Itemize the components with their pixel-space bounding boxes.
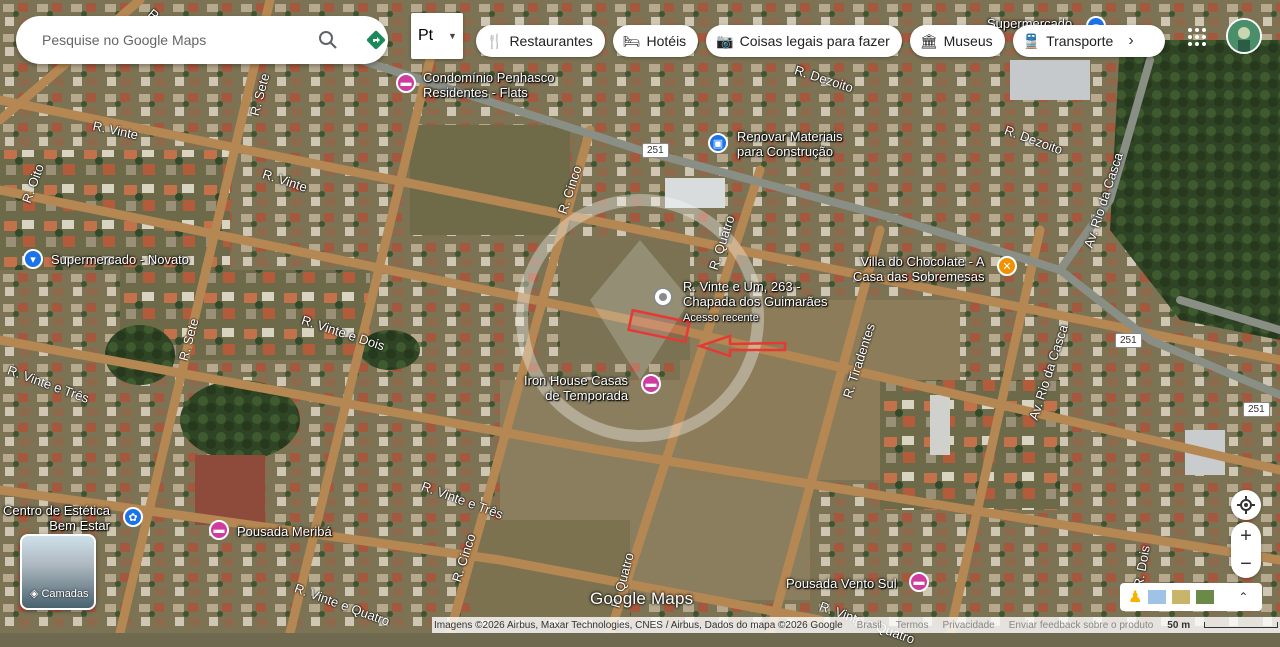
zoom-controls: + − bbox=[1231, 522, 1261, 578]
pousada-vento-label[interactable]: Pousada Vento Sul bbox=[786, 576, 897, 591]
chevron-down-icon: ▼ bbox=[448, 31, 457, 41]
category-chips: 🍴 Restaurantes 🛏 Hotéis 📷 Coisas legais par… bbox=[476, 25, 1165, 57]
search-box bbox=[16, 16, 388, 64]
selected-address-pin[interactable] bbox=[653, 287, 673, 307]
pegman-icon[interactable]: ♟ bbox=[1128, 587, 1142, 607]
cart-icon: ▾ bbox=[30, 253, 36, 266]
satellite-thumb-icon[interactable] bbox=[1196, 590, 1215, 604]
selected-address-sub: Acesso recente bbox=[683, 312, 759, 324]
directions-button[interactable] bbox=[364, 28, 388, 52]
terms-link[interactable]: Termos bbox=[896, 620, 929, 631]
imagery-credit: Imagens ©2026 Airbus, Maxar Technologies… bbox=[434, 619, 843, 631]
iron-house-label[interactable]: Iron House Casas de Temporada bbox=[524, 373, 628, 403]
hotel-bed-icon: ▬ bbox=[913, 576, 925, 588]
pousada-vento-pin[interactable]: ▬ bbox=[909, 572, 929, 592]
layers-button[interactable]: ◈ Camadas bbox=[20, 534, 96, 610]
chip-label: Hotéis bbox=[646, 33, 687, 49]
avatar[interactable] bbox=[1226, 18, 1262, 54]
bed-icon: 🛏 bbox=[622, 32, 641, 49]
chip-label: Coisas legais para fazer bbox=[739, 33, 890, 49]
iron-house-pin[interactable]: ▬ bbox=[641, 374, 661, 394]
hotel-bed-icon: ▬ bbox=[400, 77, 412, 89]
chevron-up-icon[interactable]: ⌃ bbox=[1238, 590, 1248, 604]
chip-museus[interactable]: 🏛 Museus bbox=[909, 25, 1005, 57]
chip-label: Transporte p bbox=[1046, 33, 1125, 49]
villa-chocolate-pin[interactable]: ✕ bbox=[997, 256, 1017, 276]
avatar-image bbox=[1228, 20, 1260, 52]
renovar-label[interactable]: Renovar Materiais para Construção bbox=[737, 129, 843, 159]
condominio-pin[interactable]: ▬ bbox=[396, 73, 416, 93]
privacy-link[interactable]: Privacidade bbox=[942, 620, 994, 631]
selected-address-label[interactable]: R. Vinte e Um, 263 - Chapada dos Guimarã… bbox=[683, 279, 828, 309]
renovar-pin[interactable]: ▣ bbox=[708, 133, 728, 153]
scale-label: 50 m bbox=[1167, 619, 1191, 631]
chip-hoteis[interactable]: 🛏 Hotéis bbox=[612, 25, 699, 57]
minus-icon: − bbox=[1240, 552, 1252, 575]
layers-label: Camadas bbox=[41, 587, 89, 600]
centro-estetica-label[interactable]: Centro de Estética Bem Estar bbox=[3, 503, 110, 533]
shopping-bag-icon: ▣ bbox=[712, 137, 724, 150]
chip-label: Museus bbox=[943, 33, 993, 49]
plus-icon: + bbox=[1240, 524, 1252, 547]
google-maps-logo: Google Maps bbox=[590, 589, 694, 608]
language-value: Pt bbox=[418, 27, 434, 44]
fork-knife-icon: 🍴 bbox=[486, 32, 504, 49]
hotel-bed-icon: ▬ bbox=[213, 524, 225, 536]
search-input[interactable] bbox=[40, 31, 294, 49]
my-location-button[interactable] bbox=[1231, 490, 1261, 520]
satellite-map[interactable] bbox=[0, 0, 1280, 633]
attribution-bar: Imagens ©2026 Airbus, Maxar Technologies… bbox=[432, 617, 1280, 633]
route-shield: 251 bbox=[1115, 333, 1142, 348]
route-shield: 251 bbox=[1243, 402, 1270, 417]
camera-icon: 📷 bbox=[716, 32, 734, 49]
apps-grid-icon[interactable] bbox=[1186, 26, 1208, 48]
villa-chocolate-label[interactable]: Villa do Chocolate - A Casa das Sobremes… bbox=[853, 254, 985, 284]
chip-coisas-legais[interactable]: 📷 Coisas legais para fazer bbox=[706, 25, 902, 57]
zoom-out-button[interactable]: − bbox=[1231, 550, 1261, 578]
search-button[interactable] bbox=[316, 28, 340, 52]
zoom-in-button[interactable]: + bbox=[1231, 522, 1261, 550]
museum-icon: 🏛 bbox=[919, 32, 938, 49]
street-view-bar: ♟ ⌃ bbox=[1120, 583, 1262, 611]
supermercado-novato-label[interactable]: Supermercado - Novato bbox=[51, 252, 189, 267]
map-thumb-icon[interactable] bbox=[1148, 590, 1167, 604]
feedback-link[interactable]: Enviar feedback sobre o produto bbox=[1009, 620, 1154, 631]
pousada-meriba-pin[interactable]: ▬ bbox=[209, 520, 229, 540]
centro-estetica-pin[interactable]: ✿ bbox=[123, 507, 143, 527]
train-icon: 🚆 bbox=[1022, 32, 1041, 49]
directions-icon bbox=[366, 30, 386, 50]
language-select[interactable]: Pt ▼ bbox=[411, 13, 463, 59]
chip-label: Restaurantes bbox=[509, 33, 593, 49]
pousada-meriba-label[interactable]: Pousada Meribá bbox=[237, 524, 332, 539]
supermercado-novato-pin[interactable]: ▾ bbox=[23, 249, 43, 269]
scale-bar bbox=[1204, 622, 1279, 628]
terrain-thumb-icon[interactable] bbox=[1172, 590, 1191, 604]
layers-icon: ◈ bbox=[30, 588, 39, 600]
chevron-right-icon: › bbox=[1128, 32, 1134, 49]
spa-icon: ✿ bbox=[128, 511, 138, 524]
search-icon bbox=[319, 31, 337, 49]
hotel-bed-icon: ▬ bbox=[645, 378, 657, 390]
location-dot-icon bbox=[659, 293, 667, 301]
condominio-label[interactable]: Condomínio Penhasco Residentes - Flats bbox=[423, 70, 555, 100]
country-link[interactable]: Brasil bbox=[857, 620, 882, 631]
route-shield: 251 bbox=[642, 143, 669, 158]
my-location-icon bbox=[1237, 496, 1255, 514]
chip-restaurantes[interactable]: 🍴 Restaurantes bbox=[476, 25, 605, 57]
fork-knife-icon: ✕ bbox=[1002, 260, 1012, 273]
